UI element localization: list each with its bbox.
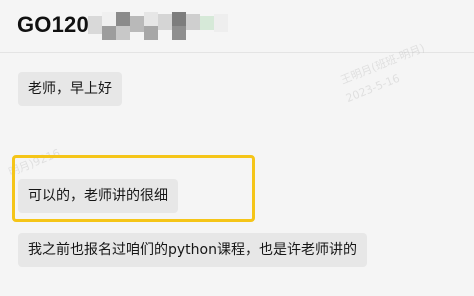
mosaic-block — [116, 26, 130, 40]
mosaic-block — [186, 14, 200, 30]
mosaic-block — [130, 16, 144, 32]
mosaic-block — [144, 12, 158, 26]
redacted-name-mosaic — [88, 8, 242, 42]
message-text: 老师，早上好 — [28, 81, 112, 97]
mosaic-block — [144, 26, 158, 40]
message-bubble[interactable]: 老师，早上好 — [18, 72, 122, 106]
mosaic-block — [102, 12, 116, 26]
chat-header: GO1204 — [0, 0, 474, 52]
mosaic-block — [172, 12, 186, 26]
message-text: 可以的，老师讲的很细 — [28, 188, 168, 204]
mosaic-block — [214, 14, 228, 32]
mosaic-block — [200, 16, 214, 30]
chat-message-list[interactable]: 王明月(班班-明月) 2023-5-16 明月)9216 2023-5-16 老… — [0, 41, 474, 296]
mosaic-block — [116, 12, 130, 26]
message-bubble[interactable]: 我之前也报名过咱们的python课程，也是许老师讲的 — [18, 233, 367, 267]
message-bubble[interactable]: 可以的，老师讲的很细 — [18, 179, 178, 213]
message-text: 我之前也报名过咱们的python课程，也是许老师讲的 — [28, 242, 357, 258]
watermark-partial: 明月)9216 — [6, 146, 62, 179]
mosaic-block — [88, 16, 102, 34]
mosaic-block — [102, 26, 116, 40]
mosaic-block — [158, 14, 172, 30]
mosaic-block — [172, 26, 186, 40]
